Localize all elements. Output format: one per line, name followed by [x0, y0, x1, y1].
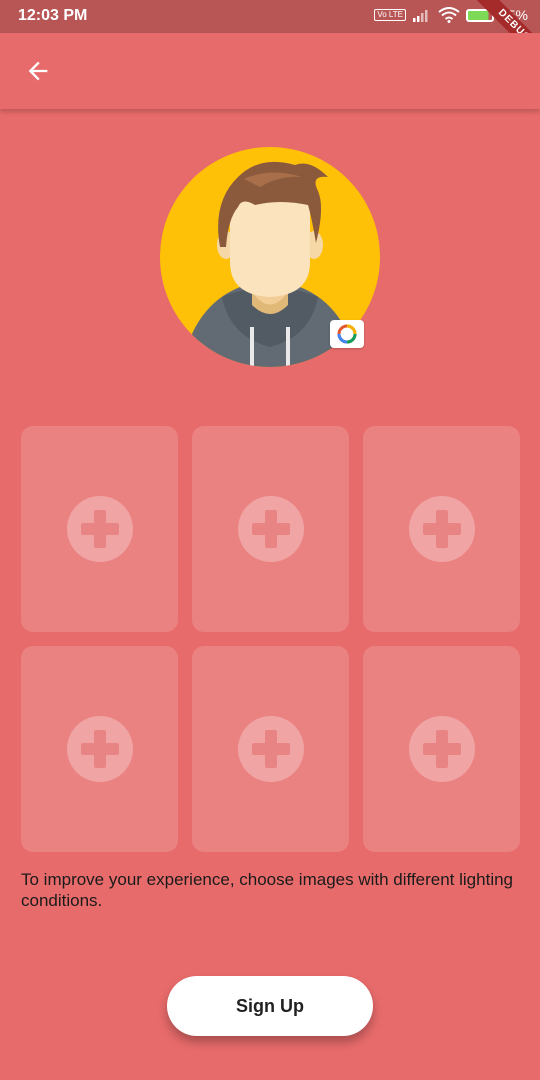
photo-grid	[21, 426, 520, 852]
add-circle-icon	[408, 716, 475, 782]
camera-lens-icon	[337, 324, 357, 344]
photo-slot-1[interactable]	[21, 426, 178, 632]
photo-slot-5[interactable]	[192, 646, 349, 852]
add-circle-icon	[66, 496, 133, 562]
photo-slot-2[interactable]	[192, 426, 349, 632]
sign-up-button[interactable]: Sign Up	[167, 976, 373, 1036]
app-bar	[0, 33, 540, 109]
arrow-back-icon[interactable]	[24, 57, 52, 85]
signal-icon	[412, 10, 428, 22]
profile-avatar[interactable]	[160, 147, 380, 367]
camera-icon[interactable]	[330, 320, 364, 348]
volte-badge: Vo LTE	[374, 9, 406, 21]
wifi-icon	[438, 7, 460, 23]
hint-text: To improve your experience, choose image…	[21, 870, 514, 910]
add-circle-icon	[408, 496, 475, 562]
add-circle-icon	[66, 716, 133, 782]
add-circle-icon	[237, 496, 304, 562]
add-circle-icon	[237, 716, 304, 782]
photo-slot-6[interactable]	[363, 646, 520, 852]
photo-slot-4[interactable]	[21, 646, 178, 852]
photo-slot-3[interactable]	[363, 426, 520, 632]
status-bar: 12:03 PM Vo LTE 95% DEBUG	[0, 0, 540, 75]
status-time: 12:03 PM	[18, 7, 88, 24]
